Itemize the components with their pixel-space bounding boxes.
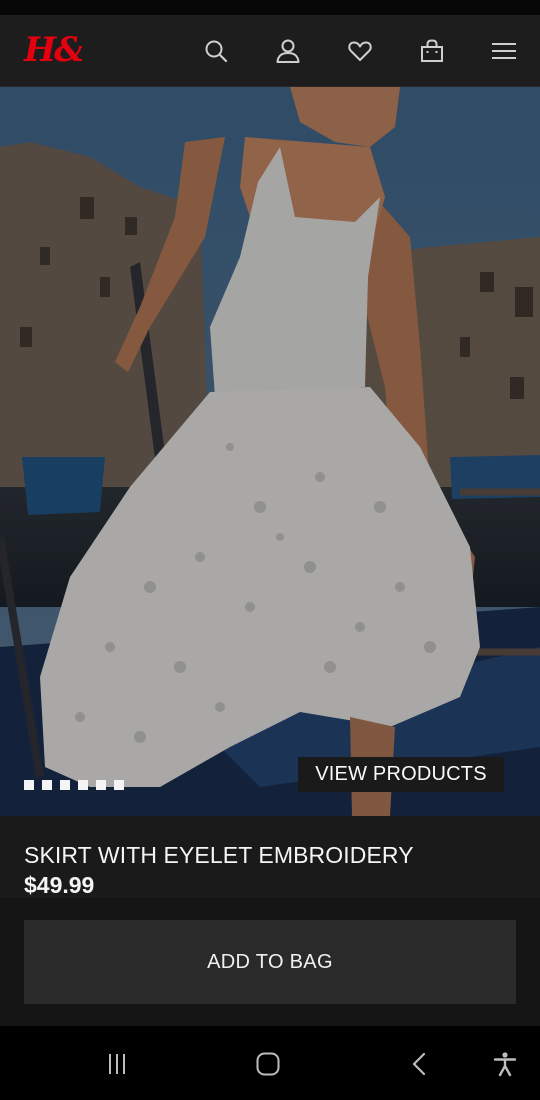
menu-button[interactable] — [488, 35, 520, 67]
carousel-dot[interactable] — [114, 780, 124, 790]
hero-banner[interactable]: VIEW PRODUCTS — [0, 87, 540, 816]
carousel-dot[interactable] — [24, 780, 34, 790]
hm-logo[interactable]: H&M — [22, 29, 124, 70]
accessibility-icon — [493, 1052, 517, 1077]
shopping-bag-icon — [421, 39, 443, 62]
status-bar — [0, 0, 540, 15]
accessibility-button[interactable] — [487, 1046, 523, 1082]
shopping-bag-button[interactable] — [416, 35, 448, 67]
product-info: SKIRT WITH EYELET EMBROIDERY $49.99 — [0, 816, 540, 898]
add-to-bag-area: ADD TO BAG — [0, 898, 540, 1026]
product-price: $49.99 — [24, 872, 95, 898]
svg-text:H&M: H&M — [23, 30, 82, 69]
recent-apps-button[interactable] — [99, 1046, 135, 1082]
account-icon — [276, 39, 300, 63]
home-button[interactable] — [250, 1046, 286, 1082]
carousel-dot[interactable] — [78, 780, 88, 790]
search-icon — [205, 40, 228, 63]
account-button[interactable] — [272, 35, 304, 67]
back-icon — [412, 1052, 426, 1076]
system-navigation-bar — [0, 1026, 540, 1100]
favorites-heart-icon — [348, 41, 372, 61]
recent-apps-icon — [109, 1054, 125, 1074]
carousel-indicators — [24, 780, 124, 790]
menu-icon — [492, 43, 516, 59]
hero-image — [0, 87, 540, 816]
add-to-bag-button[interactable]: ADD TO BAG — [24, 920, 516, 1004]
view-products-button[interactable]: VIEW PRODUCTS — [298, 757, 504, 792]
carousel-dot[interactable] — [60, 780, 70, 790]
logo-mark: H&M — [23, 30, 124, 70]
favorites-button[interactable] — [344, 35, 376, 67]
product-name[interactable]: SKIRT WITH EYELET EMBROIDERY — [24, 842, 414, 869]
top-header: H&M — [0, 15, 540, 87]
carousel-dot[interactable] — [42, 780, 52, 790]
home-icon — [256, 1052, 280, 1076]
back-button[interactable] — [402, 1046, 438, 1082]
carousel-dot[interactable] — [96, 780, 106, 790]
search-button[interactable] — [200, 35, 232, 67]
